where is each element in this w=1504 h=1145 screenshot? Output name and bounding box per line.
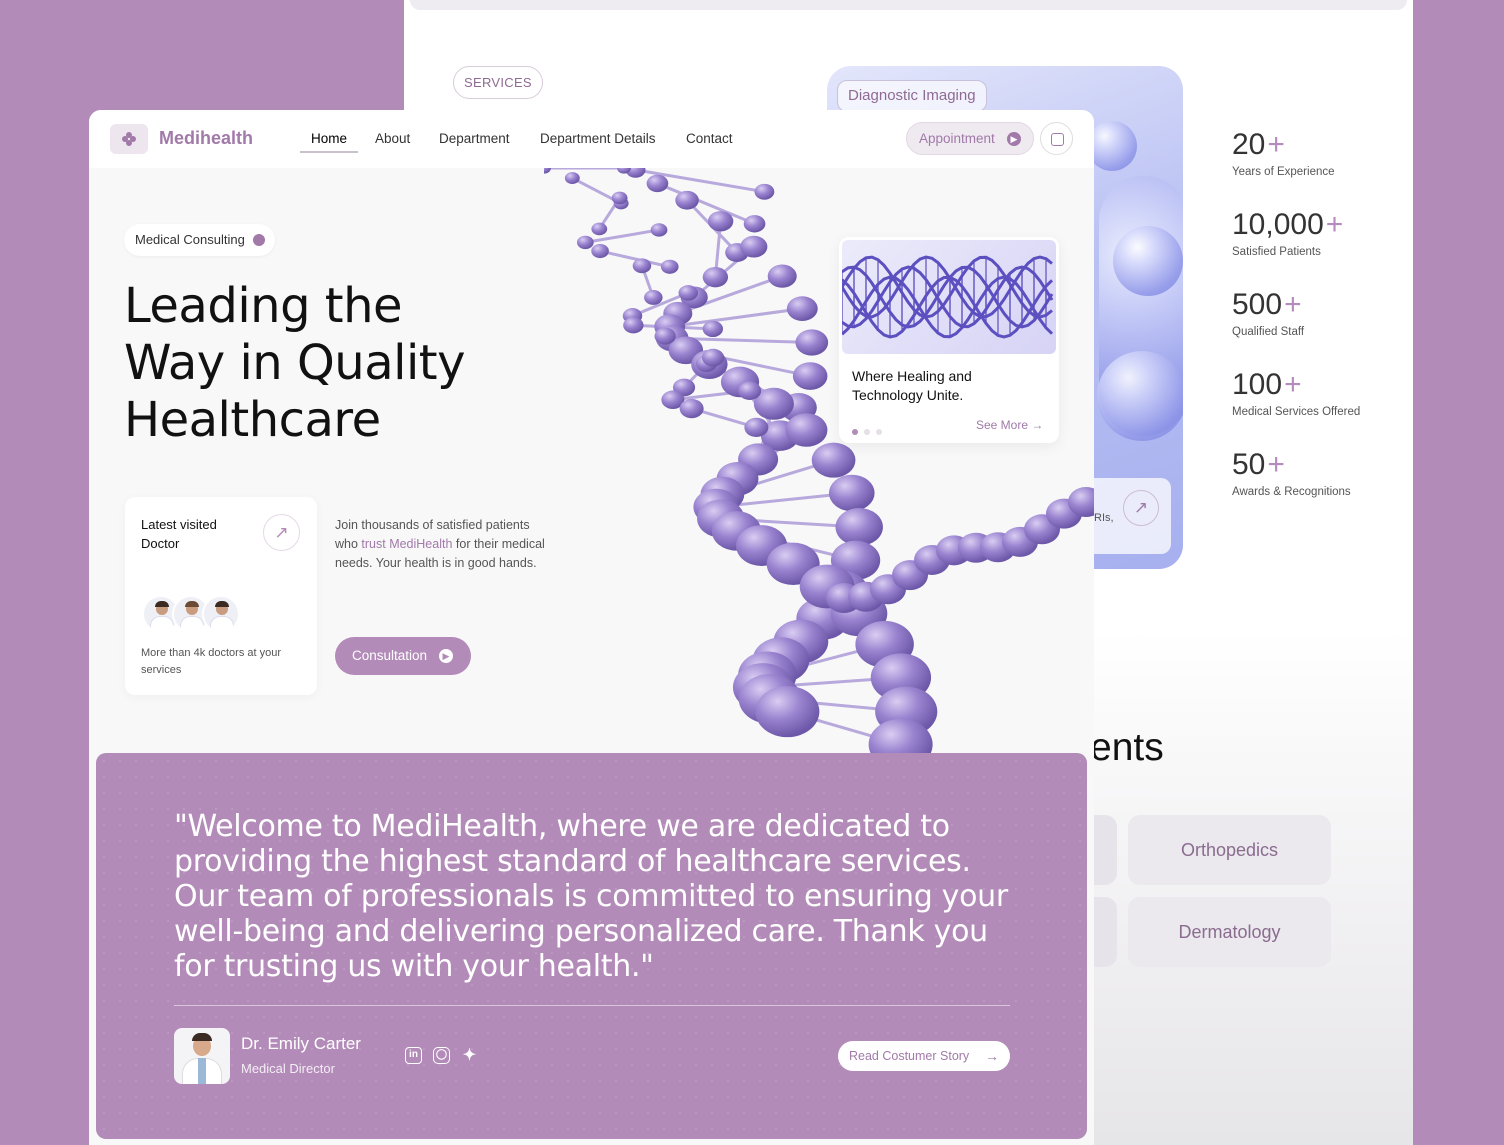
profile-button[interactable] xyxy=(1040,122,1073,155)
top-navigation: Medihealth Home About Department Departm… xyxy=(89,110,1094,168)
stat-label: Awards & Recognitions xyxy=(1232,486,1351,498)
stat-label: Qualified Staff xyxy=(1232,326,1305,338)
nav-home[interactable]: Home xyxy=(311,131,347,146)
quote-text: "Welcome to MediHealth, where we are ded… xyxy=(174,809,1008,984)
arrow-up-right-icon[interactable]: ↗ xyxy=(263,514,300,551)
diagnostic-imaging-label: Diagnostic Imaging xyxy=(837,80,987,112)
stat-value: 20+ xyxy=(1232,128,1285,161)
badge-icon xyxy=(252,234,265,246)
consultation-button[interactable]: Consultation ▶ xyxy=(335,637,471,675)
services-label: SERVICES xyxy=(453,66,543,99)
user-icon xyxy=(1051,133,1064,146)
department-tile-dermatology[interactable]: Dermatology xyxy=(1128,897,1331,967)
arrow-right-icon: → xyxy=(985,1048,999,1064)
stat-label: Satisfied Patients xyxy=(1232,246,1321,258)
diagnostic-snippet: IRIs, xyxy=(1091,512,1114,524)
instagram-icon[interactable]: ◯ xyxy=(433,1047,450,1064)
read-story-label: Read Costumer Story xyxy=(849,1049,970,1063)
stat-label: Years of Experience xyxy=(1232,166,1335,178)
nav-about[interactable]: About xyxy=(375,131,410,146)
stat-item: 20+ Years of Experience xyxy=(1232,128,1360,208)
nav-department[interactable]: Department xyxy=(439,131,510,146)
stat-item: 50+ Awards & Recognitions xyxy=(1232,448,1360,528)
hero-title: Leading the Way in Quality Healthcare xyxy=(124,278,524,449)
author-name: Dr. Emily Carter xyxy=(241,1034,361,1053)
hero-description: Join thousands of satisfied patients who… xyxy=(335,518,545,570)
arrow-up-right-icon[interactable]: ↗ xyxy=(1123,490,1159,526)
molecule-bubble xyxy=(1087,121,1137,171)
appointment-label: Appointment xyxy=(919,131,995,146)
see-more-link[interactable]: See More → xyxy=(976,418,1043,432)
avatar xyxy=(202,595,240,633)
nav-contact[interactable]: Contact xyxy=(686,131,733,146)
hero-title-line: Healthcare xyxy=(124,392,381,448)
stat-value: 100+ xyxy=(1232,368,1302,401)
director-quote-section: "Welcome to MediHealth, where we are ded… xyxy=(96,753,1087,1139)
dna-thumbnail xyxy=(842,240,1056,354)
molecule-bubble xyxy=(1097,351,1183,441)
medical-consulting-badge: Medical Consulting xyxy=(124,224,275,256)
departments-heading: ents xyxy=(1090,726,1164,769)
stat-item: 10,000+ Satisfied Patients xyxy=(1232,208,1360,288)
brand-name[interactable]: Medihealth xyxy=(159,128,253,149)
hero-title-line: Way in Quality xyxy=(124,335,466,391)
back-topbar xyxy=(410,0,1407,10)
carousel-dots[interactable] xyxy=(852,422,888,440)
feature-card-title: Where Healing and Technology Unite. xyxy=(852,368,972,403)
divider xyxy=(174,1005,1010,1006)
home-page: Medihealth Home About Department Departm… xyxy=(89,110,1094,1145)
active-nav-indicator xyxy=(300,151,358,153)
stat-value: 10,000+ xyxy=(1232,208,1344,241)
stat-value: 500+ xyxy=(1232,288,1302,321)
stat-value: 50+ xyxy=(1232,448,1285,481)
doctor-card-title: Latest visited Doctor xyxy=(141,517,217,551)
badge-label: Medical Consulting xyxy=(135,232,245,247)
chevron-right-icon: ▶ xyxy=(1007,132,1021,146)
logo-icon xyxy=(122,132,136,146)
author-role: Medical Director xyxy=(241,1061,335,1076)
feature-card[interactable]: Where Healing and Technology Unite. See … xyxy=(839,237,1059,443)
appointment-button[interactable]: Appointment ▶ xyxy=(906,122,1034,155)
stats-list: 20+ Years of Experience 10,000+ Satisfie… xyxy=(1232,128,1360,528)
twitter-icon[interactable]: ✦ xyxy=(461,1047,478,1064)
department-tile-orthopedics[interactable]: Orthopedics xyxy=(1128,815,1331,885)
consultation-label: Consultation xyxy=(352,648,428,663)
molecule-bubble xyxy=(1113,226,1183,296)
latest-doctor-card[interactable]: Latest visited Doctor ↗ More than 4k doc… xyxy=(125,497,317,695)
stat-item: 100+ Medical Services Offered xyxy=(1232,368,1360,448)
author-photo xyxy=(174,1028,230,1084)
chevron-right-icon: ▶ xyxy=(439,649,453,663)
read-story-button[interactable]: Read Costumer Story → xyxy=(838,1041,1010,1071)
linkedin-icon[interactable]: in xyxy=(405,1047,422,1064)
hero-title-line: Leading the xyxy=(124,278,403,334)
stat-item: 500+ Qualified Staff xyxy=(1232,288,1360,368)
nav-department-details[interactable]: Department Details xyxy=(540,131,656,146)
stat-label: Medical Services Offered xyxy=(1232,406,1361,418)
doctor-card-footer: More than 4k doctors at your services xyxy=(141,647,282,676)
logo[interactable] xyxy=(110,124,148,154)
